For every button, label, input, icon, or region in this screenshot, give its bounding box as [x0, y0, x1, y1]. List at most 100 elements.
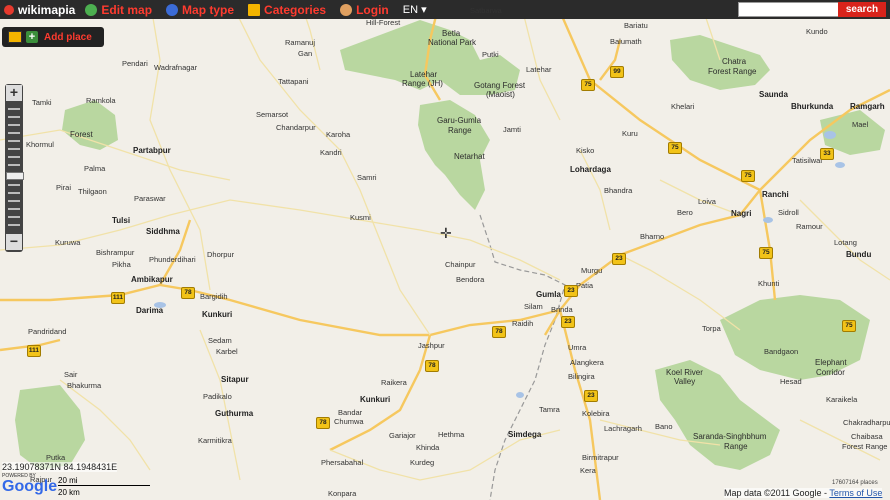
map-type-button[interactable]: Map type [166, 3, 234, 17]
place-label[interactable]: Hesad [780, 377, 802, 386]
place-label[interactable]: Satbarwa [470, 6, 502, 15]
place-label[interactable]: Dhorpur [207, 250, 234, 259]
place-label[interactable]: Simdega [508, 430, 541, 439]
place-label[interactable]: Range [724, 442, 748, 451]
place-label[interactable]: Gan [298, 49, 312, 58]
place-label[interactable]: Latehar [526, 65, 551, 74]
place-label[interactable]: Forest [70, 130, 93, 139]
search-button[interactable]: search [838, 2, 886, 17]
zoom-tick[interactable] [8, 148, 20, 150]
place-label[interactable]: Bendora [456, 275, 484, 284]
place-label[interactable]: Gotang Forest [474, 81, 525, 90]
place-label[interactable]: Raidih [512, 319, 533, 328]
place-label[interactable]: Bilingira [568, 372, 595, 381]
categories-button[interactable]: Categories [248, 3, 326, 17]
place-label[interactable]: National Park [428, 38, 476, 47]
place-label[interactable]: Wadrafnagar [154, 63, 197, 72]
place-label[interactable]: Palma [84, 164, 105, 173]
place-label[interactable]: Tamki [32, 98, 52, 107]
place-label[interactable]: Chakradharpur [843, 418, 890, 427]
place-label[interactable]: Betla [442, 29, 460, 38]
place-label[interactable]: Koel River [666, 368, 703, 377]
place-label[interactable]: Nagri [731, 209, 751, 218]
place-label[interactable]: Khinda [416, 443, 439, 452]
place-label[interactable]: Tattapani [278, 77, 308, 86]
place-label[interactable]: Putka [46, 453, 65, 462]
place-label[interactable]: Ambikapur [131, 275, 173, 284]
place-label[interactable]: Loiva [698, 197, 716, 206]
wikimapia-logo[interactable]: wikimapia [4, 3, 75, 17]
place-label[interactable]: Gumla [536, 290, 561, 299]
place-label[interactable]: Karaikela [826, 395, 857, 404]
zoom-in-button[interactable]: + [6, 85, 22, 101]
login-button[interactable]: Login [340, 3, 389, 17]
place-label[interactable]: Karbel [216, 347, 238, 356]
place-label[interactable]: Forest Range [708, 67, 756, 76]
place-label[interactable]: Thilgaon [78, 187, 107, 196]
place-label[interactable]: Range [448, 126, 472, 135]
place-label[interactable]: Range (JH) [402, 79, 443, 88]
place-label[interactable]: Silam [524, 302, 543, 311]
zoom-tick[interactable] [8, 208, 20, 210]
language-selector[interactable]: EN ▾ [403, 3, 427, 16]
place-label[interactable]: Paraswar [134, 194, 166, 203]
place-label[interactable]: Gariajor [389, 431, 416, 440]
place-label[interactable]: Semarsot [256, 110, 288, 119]
zoom-tick[interactable] [8, 200, 20, 202]
place-label[interactable]: Kurdeg [410, 458, 434, 467]
place-label[interactable]: Brinda [551, 305, 573, 314]
zoom-tick[interactable] [8, 156, 20, 158]
place-label[interactable]: Khunti [758, 279, 779, 288]
place-label[interactable]: Raikera [381, 378, 407, 387]
place-label[interactable]: Kundo [806, 27, 828, 36]
place-label[interactable]: Sidroll [778, 208, 799, 217]
place-label[interactable]: Saranda-Singhbhum [693, 432, 766, 441]
place-label[interactable]: Tamra [539, 405, 560, 414]
zoom-tick[interactable] [8, 216, 20, 218]
place-label[interactable]: Kuruwa [55, 238, 80, 247]
place-label[interactable]: Bargidih [200, 292, 228, 301]
place-label[interactable]: Siddhma [146, 227, 180, 236]
place-label[interactable]: Lohardaga [570, 165, 611, 174]
place-label[interactable]: Bandar [338, 408, 362, 417]
place-label[interactable]: Samri [357, 173, 377, 182]
place-label[interactable]: Pirai [56, 183, 71, 192]
search-input[interactable] [738, 2, 840, 17]
place-label[interactable]: Sedam [208, 336, 232, 345]
place-label[interactable]: Jamti [503, 125, 521, 134]
edit-map-button[interactable]: Edit map [85, 3, 152, 17]
place-label[interactable]: Khormul [26, 140, 54, 149]
place-label[interactable]: Konpara [328, 489, 356, 498]
place-label[interactable]: Ramgarh [850, 102, 885, 111]
add-place-button[interactable]: + Add place [2, 27, 104, 47]
place-label[interactable]: Alangkera [570, 358, 604, 367]
place-label[interactable]: Bariatu [624, 21, 648, 30]
zoom-tick[interactable] [8, 192, 20, 194]
place-label[interactable]: Mael [852, 120, 868, 129]
place-label[interactable]: Ramour [796, 222, 823, 231]
zoom-tick[interactable] [8, 124, 20, 126]
zoom-tick[interactable] [8, 164, 20, 166]
place-label[interactable]: Bundu [846, 250, 871, 259]
place-label[interactable]: Guthurma [215, 409, 253, 418]
place-label[interactable]: Chatra [722, 57, 746, 66]
place-label[interactable]: Jashpur [418, 341, 445, 350]
place-label[interactable]: Bhurkunda [791, 102, 833, 111]
place-label[interactable]: Sitapur [221, 375, 249, 384]
place-label[interactable]: Sair [64, 370, 77, 379]
place-label[interactable]: Bhakurma [67, 381, 101, 390]
terms-of-use-link[interactable]: Terms of Use [829, 488, 882, 498]
google-logo[interactable]: Google [2, 478, 57, 496]
place-label[interactable]: Corridor [816, 368, 845, 377]
zoom-tick[interactable] [8, 224, 20, 226]
place-label[interactable]: Kusmi [350, 213, 371, 222]
place-label[interactable]: Karmitikra [198, 436, 232, 445]
place-label[interactable]: Ramanuj [285, 38, 315, 47]
place-label[interactable]: Tulsi [112, 216, 130, 225]
zoom-tick[interactable] [8, 140, 20, 142]
place-label[interactable]: Garu-Gumla [437, 116, 481, 125]
place-label[interactable]: Lotang [834, 238, 857, 247]
place-label[interactable]: Chaibasa [851, 432, 883, 441]
place-label[interactable]: Bishrampur [96, 248, 134, 257]
place-label[interactable]: Chandarpur [276, 123, 316, 132]
